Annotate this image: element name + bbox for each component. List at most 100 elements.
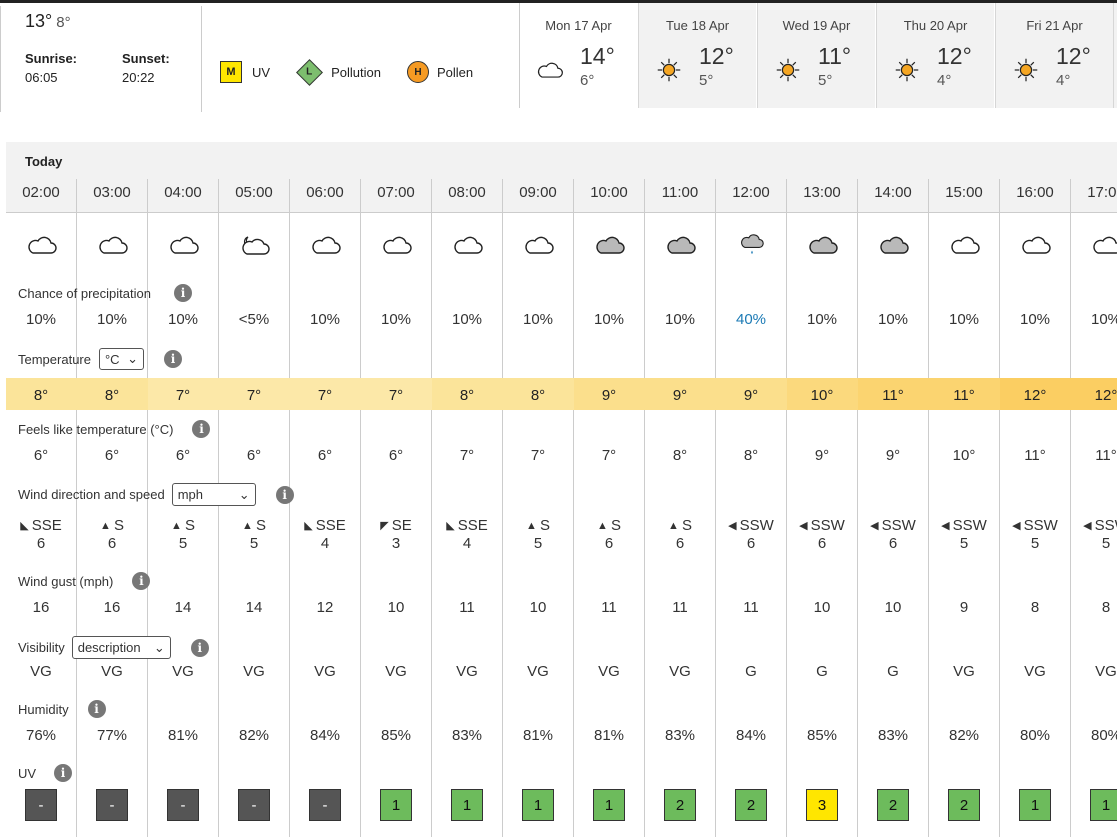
day-tab-overflow[interactable]: [1113, 3, 1117, 108]
feels-like-value: 6°: [175, 447, 191, 464]
temperature-value: 9°: [672, 387, 688, 404]
uv-index-badge: -: [238, 789, 270, 821]
sunrise-label: Sunrise:: [25, 51, 78, 66]
day-tab[interactable]: Wed 19 Apr 11° 5°: [757, 3, 875, 108]
chevron-down-icon: ⌄: [238, 486, 250, 502]
uv-index-badge: -: [25, 789, 57, 821]
wind-direction: ▲ S: [574, 517, 644, 534]
precipitation-chance: 10%: [451, 311, 483, 328]
grey-cloud-icon: [806, 233, 840, 257]
cloud-icon: [309, 233, 343, 257]
wind-speed: 4: [320, 535, 330, 552]
wind-gust: 10: [387, 599, 405, 616]
info-icon[interactable]: i: [163, 350, 182, 368]
visibility-value: G: [887, 663, 899, 680]
uv-summary[interactable]: M UV: [220, 61, 270, 83]
visibility-value: VG: [1024, 663, 1046, 680]
cloud-icon: [522, 233, 556, 257]
info-icon[interactable]: i: [190, 638, 209, 657]
visibility-mode-select[interactable]: description ⌄: [71, 636, 171, 659]
pollution-level: L: [306, 66, 313, 78]
info-icon[interactable]: i: [275, 485, 294, 504]
hour-column: 07:00 10% 7° 6° ◤ SE 3 10 VG 85% 1: [361, 179, 432, 837]
visibility-value: VG: [385, 663, 407, 680]
cloud-icon: [25, 233, 59, 257]
hour-column: 16:00 10% 12° 11° ◀ SSW 5 8 VG 80% 1: [1000, 179, 1071, 837]
day-max-temp: 12°: [699, 43, 734, 69]
feels-like-value: 6°: [317, 447, 333, 464]
info-icon[interactable]: i: [173, 284, 192, 302]
pollen-summary[interactable]: H Pollen: [406, 61, 474, 83]
wind-unit-value: mph: [177, 487, 203, 502]
day-name: Mon 17 Apr: [545, 18, 612, 33]
precipitation-label: Chance of precipitation: [18, 285, 151, 301]
wind-direction-label: SSW: [881, 517, 916, 534]
hour-time: 13:00: [803, 184, 841, 201]
humidity-value: 82%: [238, 727, 270, 744]
wind-direction: ◣ SSE: [432, 517, 502, 534]
hour-column: 06:00 10% 7° 6° ◣ SSE 4 12 VG 84% -: [290, 179, 361, 837]
wind-label: Wind direction and speed: [18, 487, 165, 502]
temperature-value: 10°: [810, 387, 834, 404]
pollution-summary[interactable]: L Pollution: [296, 58, 381, 86]
hour-time: 14:00: [874, 184, 912, 201]
cloud-icon: [380, 233, 414, 257]
info-icon[interactable]: i: [132, 572, 151, 590]
visibility-row-label: Visibility description ⌄ i: [18, 636, 209, 659]
precipitation-chance: 10%: [664, 311, 696, 328]
feels-like-value: 7°: [530, 447, 546, 464]
humidity-value: 84%: [309, 727, 341, 744]
wind-unit-select[interactable]: mph ⌄: [171, 483, 256, 506]
max-temperature: 13°: [25, 11, 53, 31]
feels-like-value: 9°: [814, 447, 830, 464]
sunset-label: Sunset:: [122, 51, 170, 66]
hour-column: 09:00 10% 8° 7° ▲ S 5 10 VG 81% 1: [503, 179, 574, 837]
wind-direction-label: S: [539, 517, 550, 534]
wind-gust: 16: [103, 599, 121, 616]
feels-like-value: 8°: [743, 447, 759, 464]
wind-speed: 6: [746, 535, 756, 552]
sunrise-time: 06:05: [25, 70, 58, 85]
day-min-temp: 4°: [1056, 72, 1071, 89]
grey-cloud-icon: [664, 233, 698, 257]
day-name: Wed 19 Apr: [782, 18, 851, 33]
uv-index-badge: 2: [735, 789, 767, 821]
wind-direction-label: S: [255, 517, 266, 534]
wind-direction: ◤ SE: [361, 517, 431, 534]
divider: [201, 6, 202, 112]
humidity-value: 80%: [1090, 727, 1117, 744]
info-icon[interactable]: i: [54, 764, 73, 782]
wind-direction-label: SSE: [457, 517, 488, 534]
chevron-down-icon: ⌄: [127, 351, 138, 366]
temperature-unit-value: °C: [104, 351, 120, 367]
temperature-value: 12°: [1023, 387, 1047, 404]
wind-gust: 9: [959, 599, 969, 616]
temperature-unit-select[interactable]: °C ⌄: [98, 348, 144, 370]
uv-index-badge: 3: [806, 789, 838, 821]
day-name: Tue 18 Apr: [665, 18, 730, 33]
precipitation-chance: 40%: [735, 311, 767, 328]
cloud-icon: [451, 233, 485, 257]
humidity-value: 80%: [1019, 727, 1051, 744]
today-summary: 13° 8° Sunrise: 06:05 Sunset: 20:22 M UV …: [0, 3, 520, 112]
day-tab[interactable]: Mon 17 Apr 14° 6°: [519, 3, 637, 108]
feels-like-value: 7°: [459, 447, 475, 464]
day-tab[interactable]: Thu 20 Apr 12° 4°: [876, 3, 994, 108]
hour-time: 11:00: [661, 184, 699, 201]
current-temperature: 13° 8°: [25, 11, 71, 32]
hour-column: 10:00 10% 9° 7° ▲ S 6 11 VG 81% 1: [574, 179, 645, 837]
day-tab[interactable]: Tue 18 Apr 12° 5°: [638, 3, 756, 108]
pollen-label: Pollen: [436, 64, 474, 80]
humidity-value: 81%: [167, 727, 199, 744]
feels-like-value: 7°: [601, 447, 617, 464]
info-icon[interactable]: i: [87, 700, 106, 718]
uv-index-badge: -: [167, 789, 199, 821]
wind-direction: ▲ S: [77, 517, 147, 534]
day-min-temp: 4°: [937, 72, 952, 89]
precipitation-chance: 10%: [877, 311, 909, 328]
day-tab[interactable]: Fri 21 Apr 12° 4°: [995, 3, 1113, 108]
info-icon[interactable]: i: [192, 420, 211, 438]
hour-time: 02:00: [22, 184, 60, 201]
feels-like-value: 11°: [1024, 447, 1046, 464]
precipitation-chance: <5%: [238, 311, 270, 328]
